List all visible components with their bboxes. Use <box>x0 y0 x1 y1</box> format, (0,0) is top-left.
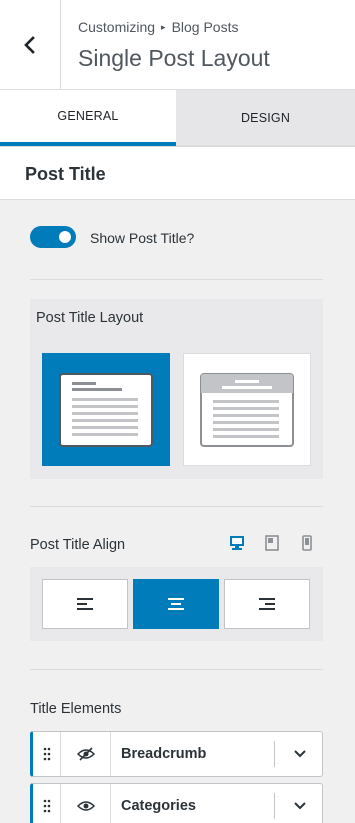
expand-button[interactable] <box>283 784 317 823</box>
device-desktop-button[interactable] <box>229 534 245 551</box>
layout-above-icon <box>200 372 294 447</box>
customizer-header: Customizing ▸ Blog Posts Single Post Lay… <box>0 0 355 90</box>
visibility-toggle[interactable] <box>61 732 111 776</box>
show-post-title-label: Show Post Title? <box>90 230 195 246</box>
divider <box>30 279 323 280</box>
eye-icon <box>76 801 95 811</box>
layout-option-normal[interactable] <box>42 353 170 466</box>
section-title: Post Title <box>25 164 106 184</box>
drag-handle[interactable] <box>33 732 61 776</box>
device-tablet-button[interactable] <box>264 534 280 551</box>
align-right-button[interactable] <box>224 579 310 629</box>
eye-hidden-icon <box>76 747 95 761</box>
breadcrumb-separator-icon: ▸ <box>161 21 166 32</box>
visibility-toggle[interactable] <box>61 784 111 823</box>
align-center-icon <box>168 598 184 610</box>
chevron-down-icon <box>294 802 306 810</box>
desktop-icon <box>230 535 244 550</box>
toggle-knob <box>59 231 71 243</box>
element-name: Categories <box>121 798 196 814</box>
tab-bar: GENERAL DESIGN <box>0 90 355 146</box>
layout-normal-icon <box>59 372 153 447</box>
tab-general[interactable]: GENERAL <box>0 90 176 146</box>
elements-control-label: Title Elements <box>30 701 122 717</box>
divider <box>30 506 323 507</box>
align-right-icon <box>259 598 275 610</box>
mobile-icon <box>302 534 312 551</box>
breadcrumb: Customizing ▸ Blog Posts <box>78 19 239 35</box>
device-switcher <box>229 534 315 551</box>
tablet-icon <box>265 534 279 551</box>
show-post-title-toggle[interactable] <box>30 226 76 248</box>
back-button[interactable] <box>0 0 61 89</box>
chevron-left-icon <box>24 35 35 54</box>
chevron-down-icon <box>294 750 306 758</box>
breadcrumb-root: Customizing <box>78 19 156 35</box>
page-title: Single Post Layout <box>78 45 270 71</box>
align-left-button[interactable] <box>42 579 128 629</box>
drag-handle-icon <box>43 799 50 813</box>
drag-handle-icon <box>43 747 50 761</box>
element-name: Breadcrumb <box>121 746 207 762</box>
layout-control-label: Post Title Layout <box>36 310 144 326</box>
align-control-label: Post Title Align <box>30 537 126 553</box>
title-element-row-categories: Categories <box>30 783 323 823</box>
device-mobile-button[interactable] <box>299 534 315 551</box>
layout-option-above[interactable] <box>183 353 311 466</box>
align-center-button[interactable] <box>133 579 219 629</box>
align-left-icon <box>77 598 93 610</box>
divider <box>30 669 323 670</box>
row-separator <box>274 793 275 819</box>
title-element-row-breadcrumb: Breadcrumb <box>30 731 323 777</box>
section-header: Post Title <box>0 146 355 200</box>
expand-button[interactable] <box>283 732 317 776</box>
tab-design[interactable]: DESIGN <box>176 90 355 146</box>
row-separator <box>274 741 275 767</box>
breadcrumb-section: Blog Posts <box>171 19 239 35</box>
drag-handle[interactable] <box>33 784 61 823</box>
